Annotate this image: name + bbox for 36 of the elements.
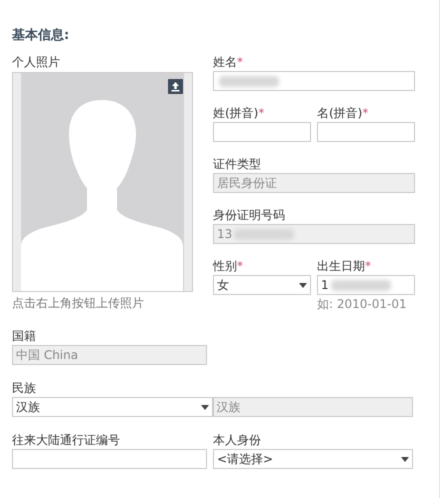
dropdown[interactable]: 女 bbox=[213, 275, 311, 295]
upload-button[interactable] bbox=[168, 79, 183, 94]
field-label: 往来大陆通行证编号 bbox=[12, 433, 120, 447]
readonly-field: 中国 China bbox=[12, 345, 207, 365]
caret-icon bbox=[200, 404, 208, 410]
field-hint: 如: 2010-01-01 bbox=[317, 296, 408, 312]
field-label: 姓(拼音) bbox=[213, 106, 258, 120]
required-mark: * bbox=[237, 55, 243, 69]
section-title: 基本信息: bbox=[12, 28, 70, 44]
field-label: 性别 bbox=[213, 259, 237, 273]
text-field[interactable] bbox=[12, 449, 207, 469]
upload-hint: 点击右上角按钮上传照片 bbox=[12, 295, 145, 311]
readonly-field: 13 bbox=[213, 224, 415, 244]
field-label: 证件类型 bbox=[213, 157, 261, 171]
photo-label: 个人照片 bbox=[12, 54, 61, 71]
readonly-field: 汉族 bbox=[212, 397, 413, 417]
required-mark: * bbox=[237, 259, 243, 273]
required-mark: * bbox=[258, 106, 264, 120]
field-label: 民族 bbox=[12, 381, 36, 395]
text-field[interactable]: 1 bbox=[317, 275, 415, 295]
field-label: 姓名 bbox=[213, 55, 237, 69]
field-label: 本人身份 bbox=[213, 433, 261, 447]
text-field[interactable] bbox=[317, 122, 415, 142]
field-label: 身份证明号码 bbox=[213, 208, 285, 222]
caret-icon bbox=[299, 282, 307, 288]
caret-icon bbox=[401, 456, 409, 462]
text-field[interactable] bbox=[213, 71, 415, 91]
field-label: 国籍 bbox=[12, 329, 36, 343]
dropdown[interactable]: <请选择> bbox=[213, 449, 413, 469]
dropdown[interactable]: 汉族 bbox=[12, 397, 212, 417]
readonly-field: 居民身份证 bbox=[213, 173, 415, 193]
text-field[interactable] bbox=[213, 122, 311, 142]
required-mark: * bbox=[365, 259, 371, 273]
field-label: 名(拼音) bbox=[317, 106, 362, 120]
required-mark: * bbox=[362, 106, 368, 120]
field-label: 出生日期 bbox=[317, 259, 365, 273]
